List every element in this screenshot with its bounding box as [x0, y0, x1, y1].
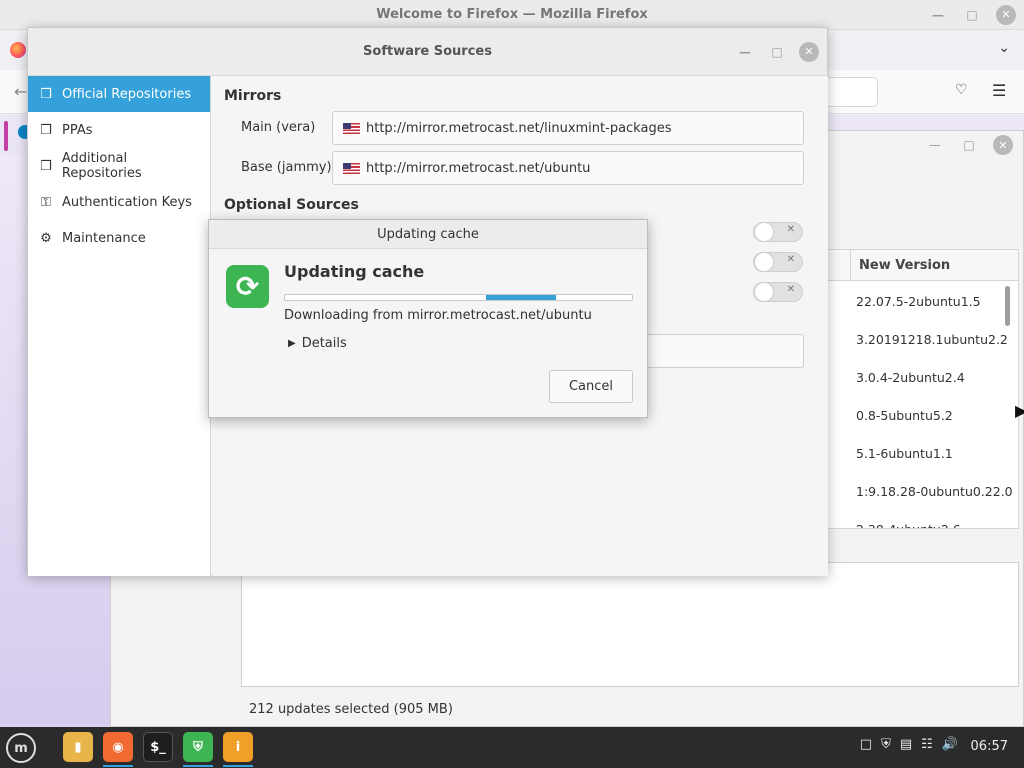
optional-source-toggle[interactable]: ✕	[753, 222, 803, 242]
expand-triangle-icon: ▶	[288, 338, 296, 349]
details-label: Details	[301, 336, 347, 351]
us-flag-icon	[343, 122, 360, 134]
main-mirror-label: Main (vera)	[241, 120, 316, 135]
refresh-icon: ⟳	[226, 265, 269, 308]
taskbar: m ▮ ◉ $_ ⛨ i □ ⛨ ▤ ☷ 🔊 06:57	[0, 727, 1024, 768]
chevron-down-icon[interactable]: ⌄	[998, 40, 1010, 56]
table-row[interactable]: 1:9.18.28-0ubuntu0.22.0	[856, 473, 1013, 511]
sidebar-item-label: PPAs	[62, 122, 93, 138]
table-row[interactable]: 3.0.4-2ubuntu2.4	[856, 359, 965, 397]
minimize-icon[interactable]: —	[925, 135, 945, 155]
base-mirror-label: Base (jammy)	[241, 160, 332, 175]
files-icon[interactable]: ▮	[63, 732, 93, 762]
sidebar-item-maintenance[interactable]: ⚙ Maintenance	[28, 220, 210, 256]
sidebar-item-official-repositories[interactable]: ❒ Official Repositories	[28, 76, 210, 112]
pane-arrow-icon: ▶	[1015, 401, 1024, 420]
package-icon: ❒	[40, 122, 52, 138]
sidebar-item-ppas[interactable]: ❒ PPAs	[28, 112, 210, 148]
minimize-icon[interactable]: —	[928, 5, 948, 25]
system-tray: □ ⛨ ▤ ☷ 🔊	[860, 737, 958, 752]
description-pane	[241, 562, 1019, 687]
hamburger-menu-icon[interactable]: ☰	[992, 81, 1006, 100]
optional-source-toggle[interactable]: ✕	[753, 282, 803, 302]
maximize-icon[interactable]: □	[959, 135, 979, 155]
shield-icon[interactable]: ⛨	[881, 737, 891, 752]
back-arrow-icon[interactable]: ←	[14, 82, 27, 101]
window-title: Software Sources	[363, 44, 492, 59]
us-flag-icon	[343, 162, 360, 174]
maximize-icon[interactable]: □	[767, 42, 787, 62]
table-row[interactable]: 3.20191218.1ubuntu2.2	[856, 321, 1008, 359]
table-row[interactable]: 22.07.5-2ubuntu1.5	[856, 283, 981, 321]
off-icon: ✕	[786, 224, 795, 235]
sidebar-item-label: Authentication Keys	[62, 194, 192, 210]
table-row[interactable]: 2.38-4ubuntu2.6	[856, 511, 961, 528]
progress-bar	[284, 294, 633, 301]
dialog-title: Updating cache	[209, 220, 647, 249]
update-manager-icon[interactable]: ⛨	[183, 732, 213, 767]
sidebar-item-additional-repositories[interactable]: ❒ Additional Repositories	[28, 148, 210, 184]
details-expander[interactable]: ▶ Details	[288, 336, 347, 351]
url-bar[interactable]	[820, 77, 878, 107]
optional-source-toggle[interactable]: ✕	[753, 252, 803, 272]
toggle-knob	[754, 222, 774, 242]
main-mirror-url: http://mirror.metrocast.net/linuxmint-pa…	[366, 120, 672, 136]
base-mirror-button[interactable]: http://mirror.metrocast.net/ubuntu	[332, 151, 804, 185]
toggle-knob	[754, 282, 774, 302]
table-scrollbar[interactable]	[1005, 286, 1010, 326]
off-icon: ✕	[786, 284, 795, 295]
sources-sidebar: ❒ Official Repositories ❒ PPAs ❒ Additio…	[28, 76, 211, 576]
base-mirror-url: http://mirror.metrocast.net/ubuntu	[366, 160, 591, 176]
firefox-window-title: Welcome to Firefox — Mozilla Firefox	[376, 7, 648, 22]
cancel-button[interactable]: Cancel	[549, 370, 633, 403]
firefox-titlebar: Welcome to Firefox — Mozilla Firefox — □…	[0, 0, 1024, 30]
minimize-icon[interactable]: —	[735, 42, 755, 62]
clock[interactable]: 06:57	[971, 739, 1008, 754]
mint-menu-icon[interactable]: m	[6, 733, 36, 763]
download-status: Downloading from mirror.metrocast.net/ub…	[284, 308, 592, 323]
pocket-icon[interactable]: ♡	[955, 82, 968, 98]
dialog-heading: Updating cache	[284, 262, 425, 281]
progress-fill	[486, 295, 556, 300]
close-icon[interactable]: ✕	[996, 4, 1016, 25]
gear-icon: ⚙	[40, 230, 52, 246]
source-field[interactable]	[632, 334, 804, 368]
software-sources-titlebar: Software Sources — □ ✕	[28, 28, 827, 76]
sidebar-tab-indicator	[4, 121, 8, 151]
mirrors-heading: Mirrors	[224, 88, 282, 104]
table-row[interactable]: 0.8-5ubuntu5.2	[856, 397, 953, 435]
key-icon: ⚿	[41, 194, 51, 210]
volume-icon[interactable]: 🔊	[942, 737, 958, 752]
terminal-icon[interactable]: $_	[143, 732, 173, 762]
clipboard-icon[interactable]: ▤	[900, 737, 912, 752]
off-icon: ✕	[786, 254, 795, 265]
close-icon[interactable]: ✕	[799, 41, 819, 62]
optional-sources-heading: Optional Sources	[224, 197, 359, 213]
maximize-icon[interactable]: □	[962, 5, 982, 25]
updating-cache-dialog: Updating cache ⟳ Updating cache Download…	[208, 219, 648, 418]
info-icon[interactable]: i	[223, 732, 253, 767]
package-icon: ❒	[40, 158, 52, 174]
sidebar-item-label: Official Repositories	[62, 86, 192, 102]
main-mirror-button[interactable]: http://mirror.metrocast.net/linuxmint-pa…	[332, 111, 804, 145]
firefox-icon[interactable]: ◉	[103, 732, 133, 767]
toggle-knob	[754, 252, 774, 272]
close-icon[interactable]: ✕	[993, 135, 1013, 155]
network-icon[interactable]: ☷	[921, 737, 933, 752]
sidebar-item-authentication-keys[interactable]: ⚿ Authentication Keys	[28, 184, 210, 220]
package-icon: ❒	[40, 86, 52, 102]
notification-icon[interactable]: □	[860, 737, 872, 752]
table-row[interactable]: 5.1-6ubuntu1.1	[856, 435, 953, 473]
column-new-version[interactable]: New Version	[850, 250, 1018, 281]
sidebar-item-label: Maintenance	[62, 230, 146, 246]
firefox-logo-icon	[10, 42, 26, 58]
updates-status: 212 updates selected (905 MB)	[249, 702, 453, 717]
sidebar-item-label: Additional Repositories	[61, 151, 142, 181]
